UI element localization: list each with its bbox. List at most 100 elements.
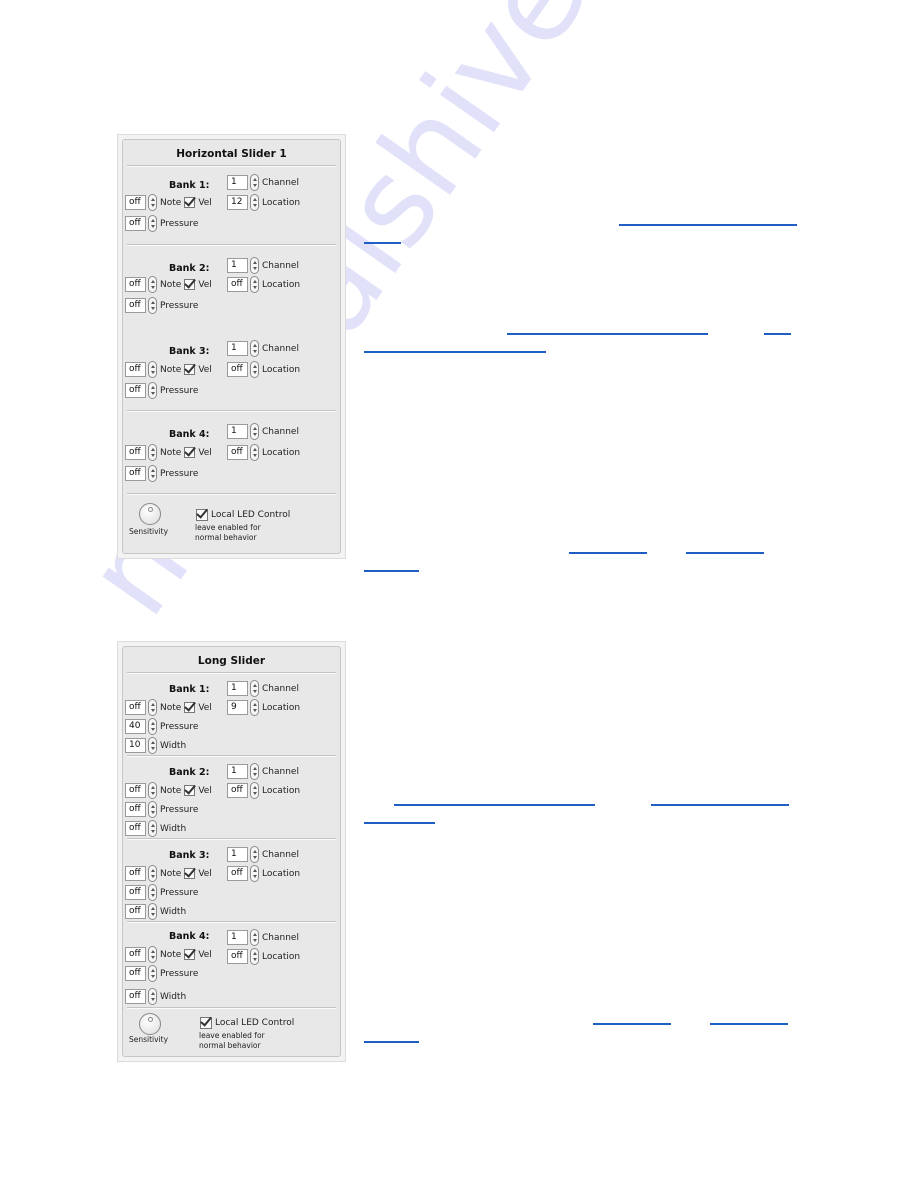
- location-stepper[interactable]: [250, 782, 259, 799]
- pressure-stepper[interactable]: [148, 801, 157, 818]
- channel-field[interactable]: 1: [227, 175, 248, 190]
- note-field[interactable]: off: [125, 445, 146, 460]
- channel-stepper[interactable]: [250, 846, 259, 863]
- location-stepper[interactable]: [250, 948, 259, 965]
- channel-stepper[interactable]: [250, 680, 259, 697]
- width-stepper[interactable]: [148, 988, 157, 1005]
- local-led-checkbox[interactable]: [196, 508, 208, 521]
- pressure-field[interactable]: 40: [125, 719, 146, 734]
- location-field[interactable]: off: [227, 783, 248, 798]
- location-field[interactable]: 9: [227, 700, 248, 715]
- link-underline[interactable]: [364, 242, 401, 244]
- link-underline[interactable]: [710, 1023, 788, 1025]
- location-label: Location: [262, 785, 301, 796]
- link-underline[interactable]: [364, 570, 419, 572]
- width-field[interactable]: off: [125, 821, 146, 836]
- local-led-label: Local LED Control: [215, 1017, 295, 1028]
- link-underline[interactable]: [364, 822, 435, 824]
- note-stepper[interactable]: [148, 699, 157, 716]
- location-stepper[interactable]: [250, 361, 259, 378]
- channel-field[interactable]: 1: [227, 681, 248, 696]
- channel-field[interactable]: 1: [227, 258, 248, 273]
- channel-stepper[interactable]: [250, 174, 259, 191]
- note-stepper[interactable]: [148, 865, 157, 882]
- note-stepper[interactable]: [148, 946, 157, 963]
- channel-field[interactable]: 1: [227, 424, 248, 439]
- vel-checkbox[interactable]: [184, 868, 196, 879]
- pressure-stepper[interactable]: [148, 884, 157, 901]
- pressure-stepper[interactable]: [148, 718, 157, 735]
- note-stepper[interactable]: [148, 194, 157, 211]
- note-field[interactable]: off: [125, 783, 146, 798]
- width-stepper[interactable]: [148, 820, 157, 837]
- channel-stepper[interactable]: [250, 763, 259, 780]
- location-stepper[interactable]: [250, 194, 259, 211]
- pressure-field[interactable]: off: [125, 802, 146, 817]
- pressure-stepper[interactable]: [148, 465, 157, 482]
- local-led-checkbox[interactable]: [200, 1016, 212, 1029]
- location-stepper[interactable]: [250, 276, 259, 293]
- location-field[interactable]: 12: [227, 195, 248, 210]
- width-field[interactable]: off: [125, 904, 146, 919]
- vel-checkbox[interactable]: [184, 447, 196, 458]
- link-underline[interactable]: [686, 552, 764, 554]
- pressure-stepper[interactable]: [148, 965, 157, 982]
- location-stepper[interactable]: [250, 699, 259, 716]
- pressure-field[interactable]: off: [125, 466, 146, 481]
- width-field[interactable]: off: [125, 989, 146, 1004]
- location-field[interactable]: off: [227, 277, 248, 292]
- note-field[interactable]: off: [125, 700, 146, 715]
- channel-field[interactable]: 1: [227, 764, 248, 779]
- width-stepper[interactable]: [148, 737, 157, 754]
- link-underline[interactable]: [364, 1041, 419, 1043]
- location-stepper[interactable]: [250, 444, 259, 461]
- location-field[interactable]: off: [227, 866, 248, 881]
- channel-stepper[interactable]: [250, 929, 259, 946]
- link-underline[interactable]: [619, 224, 797, 226]
- pressure-field[interactable]: off: [125, 298, 146, 313]
- note-field[interactable]: off: [125, 195, 146, 210]
- link-underline[interactable]: [507, 333, 708, 335]
- pressure-field[interactable]: off: [125, 383, 146, 398]
- link-underline[interactable]: [394, 804, 595, 806]
- vel-checkbox[interactable]: [184, 785, 196, 796]
- note-field[interactable]: off: [125, 866, 146, 881]
- sensitivity-knob[interactable]: [139, 1013, 161, 1035]
- pressure-stepper[interactable]: [148, 297, 157, 314]
- link-underline[interactable]: [364, 351, 546, 353]
- channel-stepper[interactable]: [250, 257, 259, 274]
- pressure-stepper[interactable]: [148, 215, 157, 232]
- channel-field[interactable]: 1: [227, 847, 248, 862]
- location-field[interactable]: off: [227, 949, 248, 964]
- width-field[interactable]: 10: [125, 738, 146, 753]
- note-field[interactable]: off: [125, 277, 146, 292]
- channel-stepper[interactable]: [250, 340, 259, 357]
- pressure-field[interactable]: off: [125, 216, 146, 231]
- note-field[interactable]: off: [125, 947, 146, 962]
- link-underline[interactable]: [651, 804, 789, 806]
- pressure-field[interactable]: off: [125, 966, 146, 981]
- channel-field[interactable]: 1: [227, 930, 248, 945]
- note-stepper[interactable]: [148, 444, 157, 461]
- note-stepper[interactable]: [148, 361, 157, 378]
- pressure-field[interactable]: off: [125, 885, 146, 900]
- location-stepper[interactable]: [250, 865, 259, 882]
- note-stepper[interactable]: [148, 782, 157, 799]
- location-field[interactable]: off: [227, 362, 248, 377]
- width-stepper[interactable]: [148, 903, 157, 920]
- link-underline[interactable]: [569, 552, 647, 554]
- pressure-stepper[interactable]: [148, 382, 157, 399]
- sensitivity-knob[interactable]: [139, 503, 161, 525]
- vel-checkbox[interactable]: [184, 197, 196, 208]
- vel-checkbox[interactable]: [184, 949, 196, 960]
- note-field[interactable]: off: [125, 362, 146, 377]
- channel-stepper[interactable]: [250, 423, 259, 440]
- note-stepper[interactable]: [148, 276, 157, 293]
- channel-field[interactable]: 1: [227, 341, 248, 356]
- vel-checkbox[interactable]: [184, 279, 196, 290]
- vel-checkbox[interactable]: [184, 702, 196, 713]
- link-underline[interactable]: [593, 1023, 671, 1025]
- link-underline[interactable]: [764, 333, 791, 335]
- location-field[interactable]: off: [227, 445, 248, 460]
- vel-checkbox[interactable]: [184, 364, 196, 375]
